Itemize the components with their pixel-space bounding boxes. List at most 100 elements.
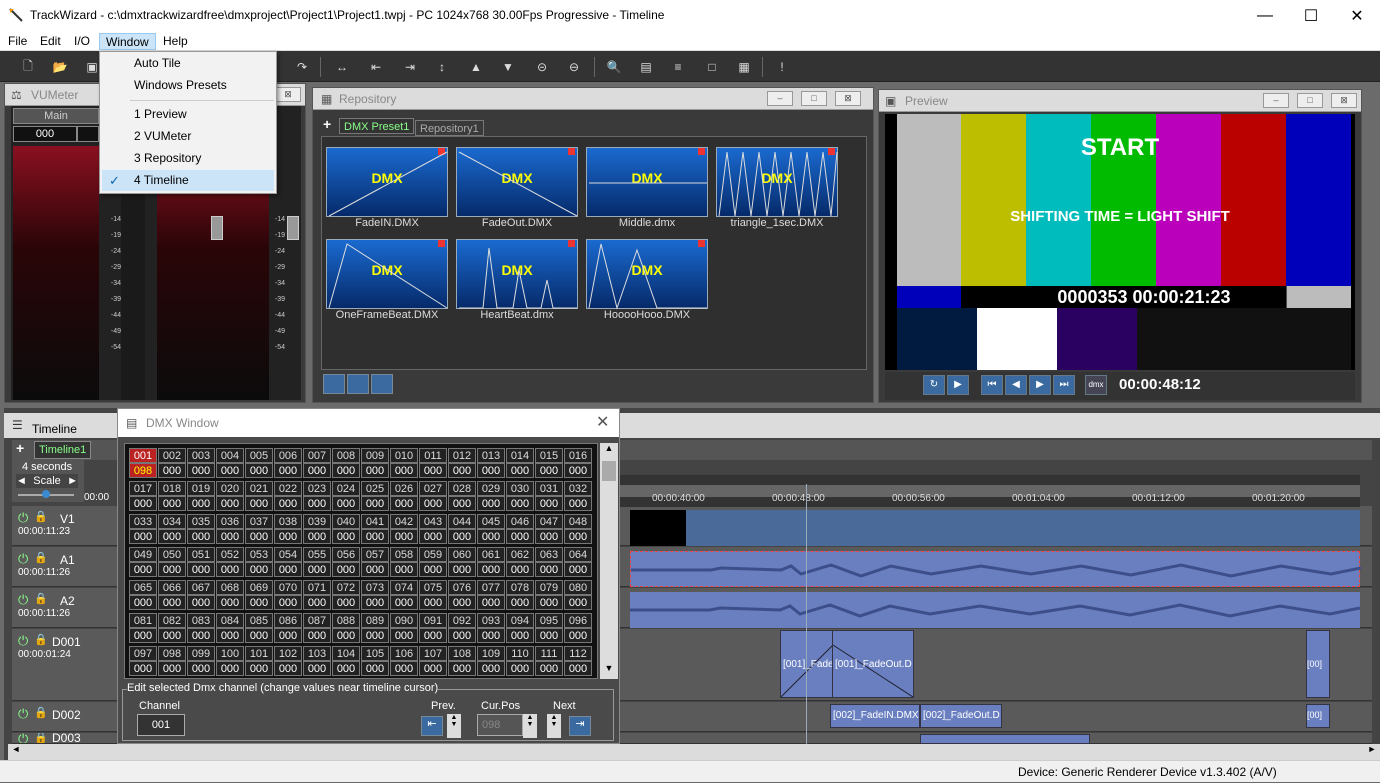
dmx-channel-number[interactable]: 019 <box>187 481 215 496</box>
dmx-channel-number[interactable]: 042 <box>390 514 418 529</box>
dmx-channel-number[interactable]: 007 <box>303 448 331 463</box>
d001-clip-fadeout[interactable]: [001]_FadeOut.D <box>832 630 914 698</box>
lock-icon[interactable]: 🔒 <box>34 733 48 743</box>
dmx-channel-value[interactable]: 000 <box>419 661 447 676</box>
dmx-channel-value[interactable]: 000 <box>477 496 505 511</box>
dmx-channel-number[interactable]: 020 <box>216 481 244 496</box>
dmx-channel-number[interactable]: 035 <box>187 514 215 529</box>
add-preset-icon[interactable]: + <box>323 116 331 132</box>
dmx-channel-number[interactable]: 101 <box>245 646 273 661</box>
dmx-channel-number[interactable]: 109 <box>477 646 505 661</box>
tab-repository1[interactable]: Repository1 <box>415 120 484 136</box>
dmx-channel-number[interactable]: 098 <box>158 646 186 661</box>
dmx-channel-value[interactable]: 000 <box>332 529 360 544</box>
dmx-channel-value[interactable]: 000 <box>535 628 563 643</box>
dmx-channel-number[interactable]: 050 <box>158 547 186 562</box>
dmx-channel-number[interactable]: 105 <box>361 646 389 661</box>
scroll-right-icon[interactable]: ► <box>1364 744 1380 760</box>
dmx-channel-value[interactable]: 000 <box>390 562 418 577</box>
prev-button[interactable]: ⇤ <box>421 716 443 736</box>
curpos-input[interactable]: 098 <box>477 714 523 736</box>
dmx-channel-value[interactable]: 000 <box>477 463 505 478</box>
dmx-channel-number[interactable]: 099 <box>187 646 215 661</box>
dmx-channel-value[interactable]: 000 <box>129 661 157 676</box>
dmx-channel-value[interactable]: 000 <box>448 661 476 676</box>
dmx-channel-value[interactable]: 000 <box>216 661 244 676</box>
dmx-channel-value[interactable]: 000 <box>332 661 360 676</box>
dmx-channel-number[interactable]: 068 <box>216 580 244 595</box>
power-icon[interactable]: ⏻ <box>18 551 28 567</box>
dmx-channel-value[interactable]: 000 <box>187 529 215 544</box>
search-icon[interactable]: 🔍 <box>602 55 626 79</box>
dmx-channel-number[interactable]: 008 <box>332 448 360 463</box>
dmx-channel-value[interactable]: 000 <box>564 661 592 676</box>
dmx-channel-number[interactable]: 078 <box>506 580 534 595</box>
repository-maximize-icon[interactable]: □ <box>801 91 827 106</box>
v1-clip[interactable] <box>630 510 1360 546</box>
lock-icon[interactable]: 🔒 <box>34 633 48 646</box>
dmx-channel-number[interactable]: 016 <box>564 448 592 463</box>
vumeter-fader-right[interactable] <box>287 216 299 240</box>
scale-right-icon[interactable]: ► <box>67 474 78 488</box>
dmx-channel-value[interactable]: 000 <box>158 562 186 577</box>
repo-item-middle[interactable]: DMX Middle.dmx <box>586 147 708 229</box>
dmx-channel-number[interactable]: 022 <box>274 481 302 496</box>
dmx-channel-number[interactable]: 060 <box>448 547 476 562</box>
dmx-channel-number[interactable]: 032 <box>564 481 592 496</box>
dmx-channel-value[interactable]: 000 <box>332 463 360 478</box>
dmx-channel-value[interactable]: 000 <box>361 661 389 676</box>
dmx-channel-value[interactable]: 000 <box>361 628 389 643</box>
lock-icon[interactable]: 🔒 <box>34 706 48 719</box>
dmx-channel-value[interactable]: 000 <box>303 595 331 610</box>
dmx-channel-value[interactable]: 000 <box>477 628 505 643</box>
dmx-channel-value[interactable]: 000 <box>303 529 331 544</box>
dmx-channel-number[interactable]: 071 <box>303 580 331 595</box>
dmx-channel-number[interactable]: 055 <box>303 547 331 562</box>
dmx-channel-value[interactable]: 000 <box>216 595 244 610</box>
dmx-channel-value[interactable]: 000 <box>419 529 447 544</box>
dmx-channel-number[interactable]: 102 <box>274 646 302 661</box>
dmx-channel-value[interactable]: 000 <box>245 628 273 643</box>
dmx-scrollbar[interactable]: ▲ ▼ <box>600 443 618 679</box>
dmx-channel-value[interactable]: 000 <box>535 529 563 544</box>
dmx-channel-number[interactable]: 065 <box>129 580 157 595</box>
dmx-channel-value[interactable]: 000 <box>477 529 505 544</box>
dmx-channel-value[interactable]: 000 <box>506 661 534 676</box>
dmx-channel-number[interactable]: 070 <box>274 580 302 595</box>
scale-left-icon[interactable]: ◄ <box>16 474 27 488</box>
a1-clip[interactable] <box>630 551 1361 587</box>
dmx-channel-number[interactable]: 076 <box>448 580 476 595</box>
dmx-channel-value[interactable]: 000 <box>129 496 157 511</box>
dmx-channel-number[interactable]: 005 <box>245 448 273 463</box>
dmx-channel-number[interactable]: 018 <box>158 481 186 496</box>
scroll-down-icon[interactable]: ▼ <box>600 663 618 679</box>
dmx-channel-number[interactable]: 052 <box>216 547 244 562</box>
d003-clip[interactable] <box>920 734 1090 744</box>
dmx-channel-number[interactable]: 029 <box>477 481 505 496</box>
power-icon[interactable]: ⏻ <box>18 633 28 649</box>
dmx-channel-number[interactable]: 028 <box>448 481 476 496</box>
dmx-channel-number[interactable]: 033 <box>129 514 157 529</box>
preview-maximize-icon[interactable]: □ <box>1297 93 1323 108</box>
dmx-channel-number[interactable]: 011 <box>419 448 447 463</box>
dmx-channel-number[interactable]: 013 <box>477 448 505 463</box>
d002-clip-fadeout[interactable]: [002]_FadeOut.D <box>920 704 1002 728</box>
dmx-channel-value[interactable]: 000 <box>274 529 302 544</box>
lock-icon[interactable]: 🔒 <box>34 551 48 564</box>
dmx-channel-number[interactable]: 107 <box>419 646 447 661</box>
dmx-channel-number[interactable]: 041 <box>361 514 389 529</box>
dmx-channel-number[interactable]: 092 <box>448 613 476 628</box>
dmx-channel-value[interactable]: 000 <box>506 529 534 544</box>
dmx-channel-value[interactable]: 000 <box>245 463 273 478</box>
dmx-channel-value[interactable]: 000 <box>216 529 244 544</box>
dmx-channel-value[interactable]: 000 <box>361 595 389 610</box>
dmx-channel-number[interactable]: 059 <box>419 547 447 562</box>
redo-icon[interactable]: ↷ <box>290 55 314 79</box>
dmx-channel-value[interactable]: 000 <box>448 562 476 577</box>
dmx-channel-number[interactable]: 027 <box>419 481 447 496</box>
dmx-channel-number[interactable]: 002 <box>158 448 186 463</box>
dmx-channel-value[interactable]: 000 <box>506 628 534 643</box>
dmx-channel-number[interactable]: 057 <box>361 547 389 562</box>
scroll-left-icon[interactable]: ◄ <box>8 744 24 760</box>
dmx-channel-value[interactable]: 000 <box>419 628 447 643</box>
